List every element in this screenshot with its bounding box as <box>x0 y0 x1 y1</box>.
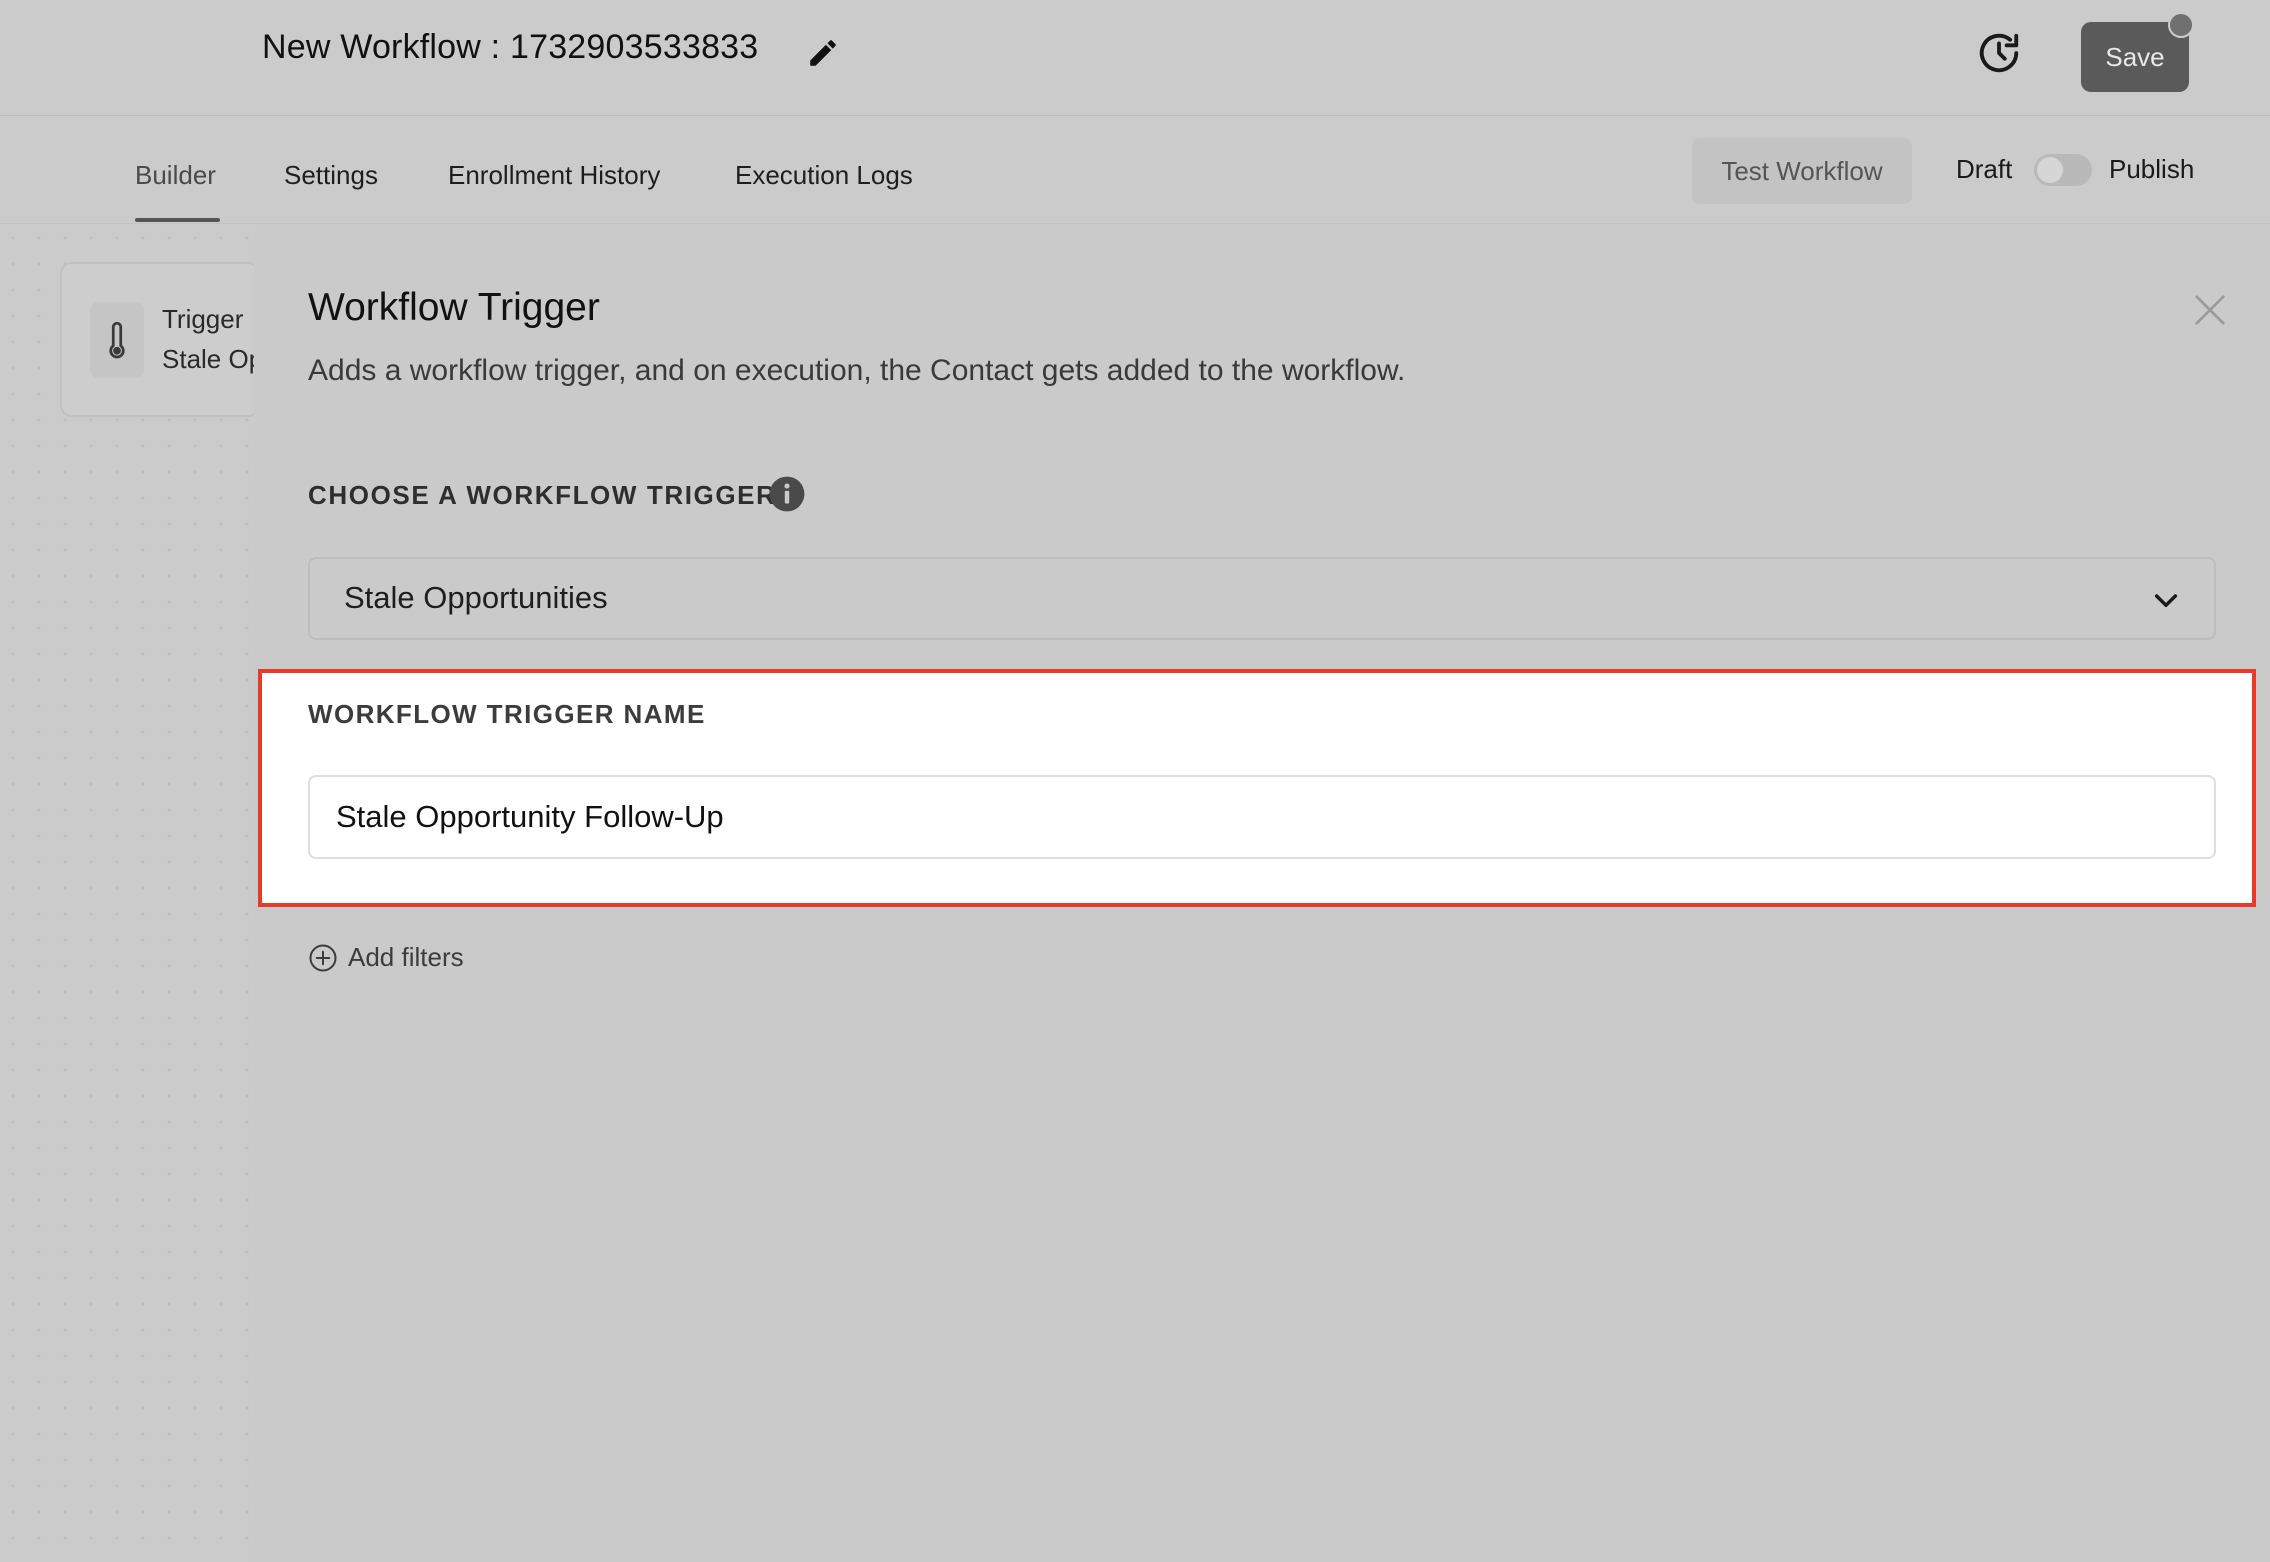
tab-settings[interactable]: Settings <box>284 160 378 191</box>
draft-label: Draft <box>1956 154 2013 184</box>
publish-label: Publish <box>2109 154 2195 184</box>
tab-builder[interactable]: Builder <box>135 160 216 191</box>
plus-circle-icon <box>309 944 337 971</box>
close-icon[interactable] <box>2190 290 2230 330</box>
unsaved-indicator-dot <box>2168 12 2194 38</box>
test-workflow-button[interactable]: Test Workflow <box>1692 138 1912 204</box>
active-tab-indicator <box>135 218 220 222</box>
tab-bar: Builder Settings Enrollment History Exec… <box>0 116 2270 224</box>
trigger-node-card[interactable]: Trigger Stale Opportunities <box>60 262 260 417</box>
node-title: Trigger <box>162 304 244 334</box>
add-filters-button[interactable]: Add filters <box>308 942 464 973</box>
publish-toggle-knob <box>2037 157 2063 183</box>
pencil-icon[interactable] <box>806 36 840 70</box>
tab-enrollment-history[interactable]: Enrollment History <box>448 160 660 191</box>
workflow-canvas[interactable] <box>0 225 254 1562</box>
chevron-down-icon <box>2154 594 2178 608</box>
node-icon-container <box>90 302 144 378</box>
history-icon[interactable] <box>1976 30 2022 76</box>
trigger-select-value: Stale Opportunities <box>344 580 608 615</box>
tab-execution-logs[interactable]: Execution Logs <box>735 160 913 191</box>
trigger-name-input[interactable] <box>308 775 2216 859</box>
workflow-title: New Workflow : 1732903533833 <box>262 28 759 66</box>
panel-title: Workflow Trigger <box>308 286 600 329</box>
node-subtitle: Stale Opportunities <box>162 344 258 374</box>
panel-description: Adds a workflow trigger, and on executio… <box>308 354 1406 387</box>
trigger-select-label: CHOOSE A WORKFLOW TRIGGER <box>308 480 777 510</box>
thermometer-icon <box>109 322 125 359</box>
trigger-name-label: WORKFLOW TRIGGER NAME <box>308 699 706 729</box>
info-icon[interactable] <box>768 475 806 513</box>
top-header: New Workflow : 1732903533833 Save <box>0 0 2270 116</box>
add-filters-label: Add filters <box>348 942 464 972</box>
